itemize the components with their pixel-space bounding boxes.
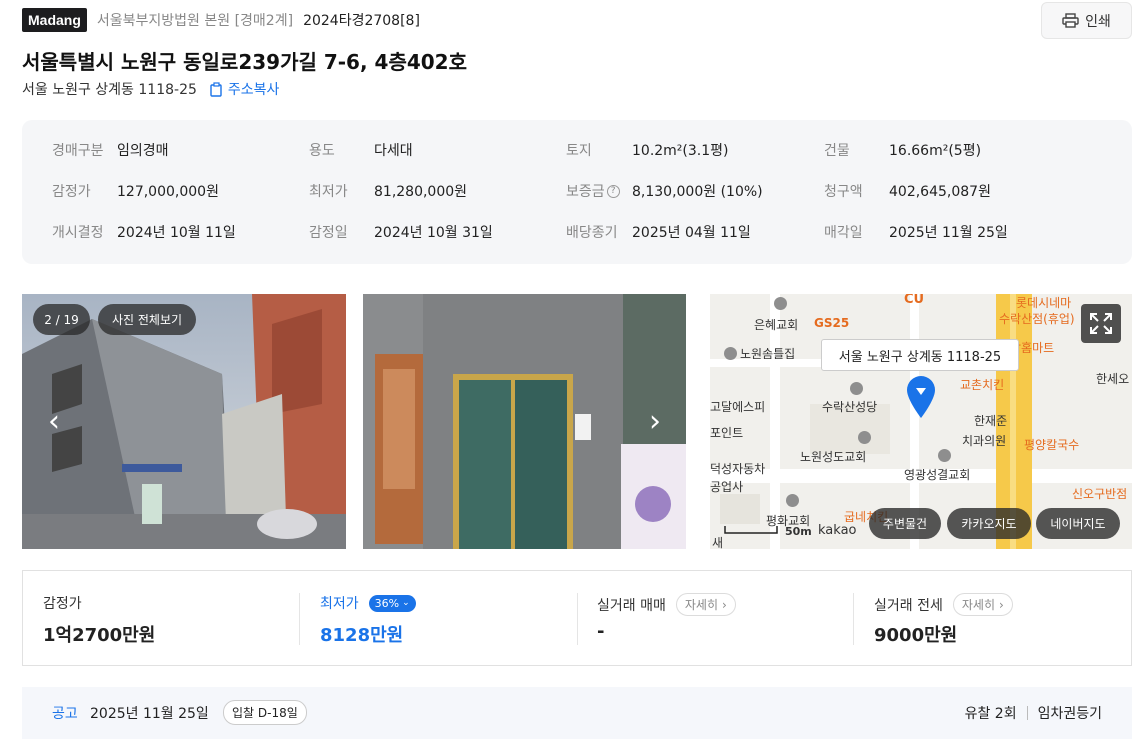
map-label-sae: 새 — [712, 536, 724, 549]
copy-address-label: 주소복사 — [227, 82, 280, 98]
header-row: Madang 서울북부지방법원 본원 [경매2계] 2024타경2708[8] — [22, 8, 420, 32]
naver-map-button[interactable]: 네이버지도 — [1036, 508, 1120, 539]
property-photo-2[interactable] — [363, 294, 686, 549]
nearby-listings-button[interactable]: 주변물건 — [869, 508, 941, 539]
map-label-sinogu: 신오구반점 — [1072, 487, 1128, 501]
kakao-brand-label: kakao — [818, 523, 857, 538]
map-label-nowon-seongdo: 노원성도교회 — [800, 450, 867, 464]
shop-poi-icon — [724, 347, 737, 360]
trade-detail-button[interactable]: 자세히 › — [675, 593, 736, 616]
map-scale-label: 50m — [785, 525, 812, 538]
map-label-point: 포인트 — [710, 426, 744, 440]
building-entrance-image — [363, 294, 686, 549]
sub-address-row: 서울 노원구 상계동 1118-25 주소복사 — [22, 79, 279, 99]
copy-icon — [210, 81, 222, 97]
summary-rent: 실거래 전세 자세히 › 9000만원 — [874, 571, 1124, 665]
case-number: 2024타경2708[8] — [303, 13, 420, 29]
summary-appraisal: 감정가 1억2700만원 — [43, 596, 156, 646]
divider — [577, 593, 578, 645]
location-pin-icon — [907, 376, 935, 418]
map-label-nowon-somteul: 노원솜틀집 — [740, 347, 796, 361]
notice-status: 유찰 2회 임차권등기 — [965, 703, 1102, 723]
church-poi-icon — [850, 382, 863, 395]
copy-address-button[interactable]: 주소복사 — [209, 79, 280, 99]
church-poi-icon — [774, 297, 787, 310]
map-label-suraksan: 수락산점(휴업) — [999, 312, 1075, 326]
chevron-down-icon: ⌄ — [402, 598, 410, 608]
church-poi-icon — [786, 494, 799, 507]
map-label-deokseong: 덕성자동차 — [710, 462, 766, 476]
church-poi-icon — [858, 431, 871, 444]
fullscreen-icon — [1090, 313, 1112, 334]
map-label-gs25: GS25 — [814, 316, 850, 330]
court-name: 서울북부지방법원 본원 [경매2계] — [96, 13, 294, 29]
fail-count: 유찰 2회 — [964, 706, 1017, 722]
price-summary: 감정가 1억2700만원 최저가 36% ⌄ 8128만원 실거래 매매 자세히 ›… — [22, 570, 1132, 666]
photo-counter: 2 / 19 — [33, 304, 90, 335]
chevron-right-icon: › — [998, 597, 1004, 612]
map-label-hanjaejun: 한재준 — [974, 414, 1008, 428]
map-label-dental: 치과의원 — [962, 434, 1007, 448]
map-label-pyeongyang: 평양칼국수 — [1024, 438, 1080, 452]
map-label-suraksan-church: 수락산성당 — [822, 400, 878, 414]
map-label-gongeopsa: 공업사 — [710, 480, 744, 494]
divider — [299, 593, 300, 645]
map-label-hanse: 한세오 — [1096, 372, 1130, 386]
kakao-map-button[interactable]: 카카오지도 — [947, 508, 1031, 539]
printer-icon — [1062, 13, 1079, 28]
prev-photo-arrow-icon[interactable]: ‹ — [42, 405, 66, 439]
divider — [1026, 706, 1028, 720]
notice-bar: 공고 2025년 11월 25일 입찰 D-18일 유찰 2회 임차권등기 — [22, 687, 1132, 739]
dday-badge: 입찰 D-18일 — [223, 700, 307, 725]
map-label-eunhye: 은혜교회 — [754, 318, 799, 332]
map-address-tooltip: 서울 노원구 상계동 1118-25 — [821, 339, 1019, 371]
chevron-right-icon: › — [721, 597, 727, 612]
auction-info-panel: 경매구분 임의경매 용도 다세대 토지 10.2m²(3.1평) 건물 16.66m²(… — [22, 120, 1132, 264]
rent-detail-button[interactable]: 자세히 › — [952, 593, 1013, 616]
print-label: 인쇄 — [1085, 13, 1111, 30]
map-scale-bar — [724, 526, 778, 534]
notice-label: 공고 — [52, 706, 78, 722]
page-title: 서울특별시 노원구 동일로239가길 7-6, 4층402호 — [22, 50, 467, 74]
map-label-lotte: 롯데시네마 — [1016, 296, 1072, 310]
next-photo-arrow-icon[interactable]: › — [643, 405, 667, 439]
brand-logo[interactable]: Madang — [22, 8, 87, 32]
discount-badge[interactable]: 36% ⌄ — [368, 594, 416, 612]
divider — [853, 593, 854, 645]
map-label-younggwang: 영광성결교회 — [904, 468, 971, 482]
print-button[interactable]: 인쇄 — [1041, 2, 1132, 39]
expand-map-button[interactable] — [1081, 304, 1121, 343]
help-icon[interactable]: ? — [606, 184, 620, 198]
notice-date: 2025년 11월 25일 — [90, 706, 209, 722]
lease-registration: 임차권등기 — [1037, 706, 1102, 722]
summary-trade: 실거래 매매 자세히 › - — [597, 571, 847, 665]
summary-minimum: 최저가 36% ⌄ 8128만원 — [320, 571, 570, 665]
view-all-photos-button[interactable]: 사진 전체보기 — [98, 304, 196, 335]
map-label-cu: CU — [904, 294, 925, 307]
church-poi-icon — [938, 449, 951, 462]
map-label-godal: 고달에스피 — [710, 400, 766, 414]
map-label-gyochon: 교촌치킨 — [960, 378, 1005, 392]
lot-address: 서울 노원구 상계동 1118-25 — [22, 82, 197, 98]
